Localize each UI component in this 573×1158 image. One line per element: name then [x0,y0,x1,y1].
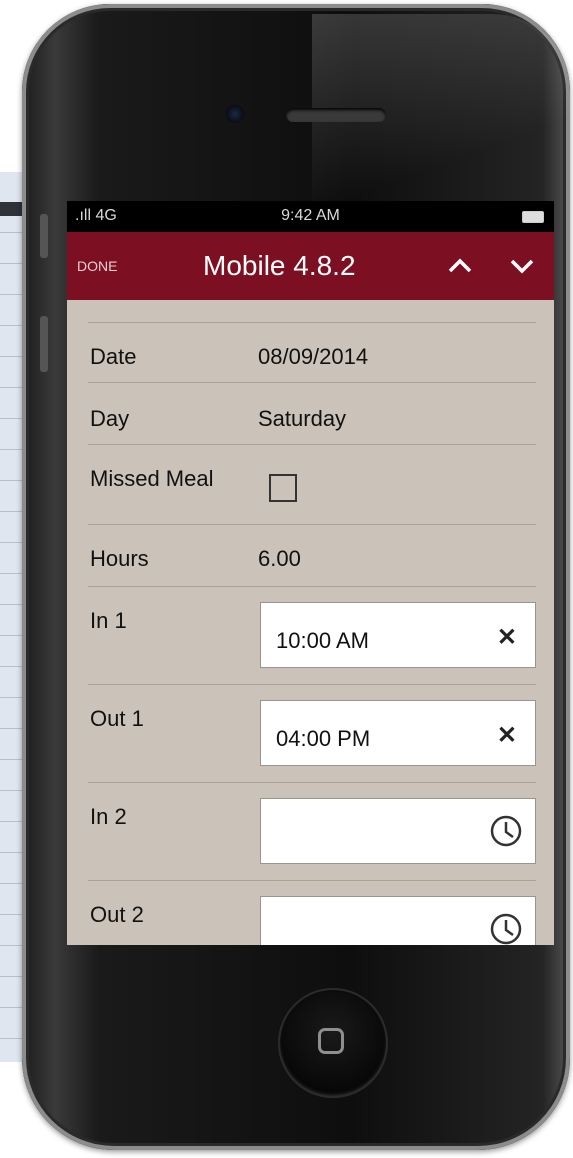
status-bar: .ıll 4G 9:42 AM [67,201,554,232]
out2-time-field[interactable] [260,896,536,945]
earpiece-speaker [286,108,386,122]
chevron-down-icon[interactable] [507,250,537,280]
mute-switch [40,214,48,258]
in1-label: In 1 [90,608,127,633]
page-title: Mobile 4.8.2 [203,250,356,281]
battery-icon [522,211,544,223]
chevron-up-icon[interactable] [445,250,475,280]
divider [88,880,536,881]
close-icon[interactable]: ✕ [497,623,517,652]
out2-label: Out 2 [90,902,144,927]
close-icon[interactable]: ✕ [497,721,517,750]
home-square-icon [318,1028,344,1054]
day-label: Day [90,406,130,431]
in2-time-field[interactable] [260,798,536,864]
divider [88,524,536,525]
in1-time-value: 10:00 AM [276,628,369,653]
nav-bar: DONE Mobile 4.8.2 [67,232,554,300]
clock-icon[interactable] [489,912,523,945]
divider [88,684,536,685]
home-button[interactable] [278,988,388,1098]
missed-meal-checkbox[interactable] [269,474,297,502]
divider [88,382,536,383]
hours-label: Hours [90,546,149,571]
missed-meal-label: Missed Meal [90,466,214,491]
out1-label: Out 1 [90,706,144,731]
date-value: 08/09/2014 [258,344,369,369]
divider [88,586,536,587]
hours-value: 6.00 [258,546,301,571]
divider [88,444,536,445]
divider [88,782,536,783]
done-button[interactable]: DONE [77,258,117,274]
divider [88,322,536,323]
phone-screen: .ıll 4G 9:42 AM DONE Mobile 4.8.2 Date 0… [67,201,554,945]
in2-label: In 2 [90,804,127,829]
front-camera [225,104,245,124]
in1-time-field[interactable]: 10:00 AM ✕ [260,602,536,668]
day-value: Saturday [258,406,347,431]
status-time: 9:42 AM [281,207,340,224]
out1-time-field[interactable]: 04:00 PM ✕ [260,700,536,766]
clock-icon[interactable] [489,814,523,848]
out1-time-value: 04:00 PM [276,726,371,751]
volume-up-button [40,316,48,372]
date-label: Date [90,344,137,369]
